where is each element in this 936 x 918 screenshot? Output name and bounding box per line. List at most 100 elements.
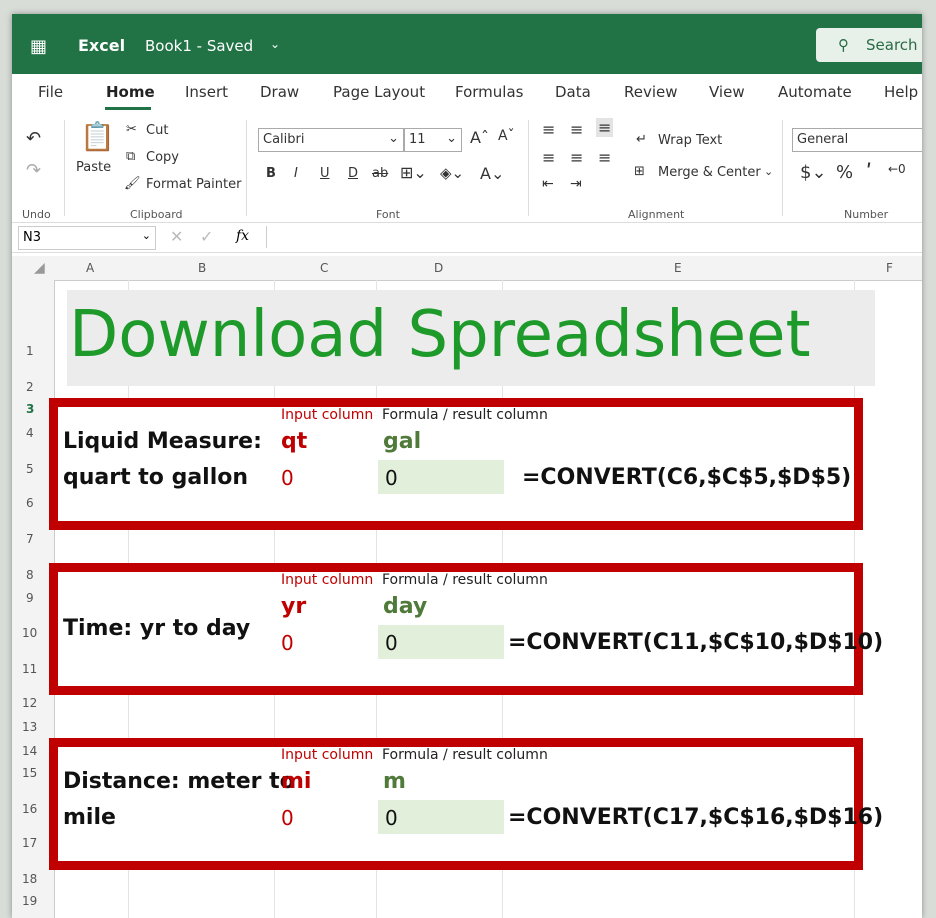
number-format-select[interactable]: General — [792, 128, 922, 152]
banner-cell[interactable]: Download Spreadsheet — [67, 290, 875, 386]
align-left-icon[interactable]: ≡ — [542, 148, 555, 167]
function-icon[interactable]: fx — [236, 228, 249, 244]
section-label[interactable]: quart to gallon — [63, 465, 248, 490]
row-header[interactable]: 11 — [22, 662, 37, 676]
app-name[interactable]: Excel — [78, 36, 125, 55]
chevron-down-icon[interactable]: ⌄ — [270, 37, 280, 51]
formula-column-header[interactable]: Formula / result column — [382, 407, 548, 423]
row-header[interactable]: 10 — [22, 626, 37, 640]
tab-formulas[interactable]: Formulas — [455, 83, 523, 101]
cut-button[interactable]: Cut — [146, 123, 168, 138]
row-header[interactable]: 7 — [26, 532, 34, 546]
fill-color-icon[interactable]: ◈⌄ — [440, 164, 464, 182]
section-label[interactable]: Liquid Measure: — [63, 429, 262, 454]
column-header[interactable]: E — [674, 261, 682, 275]
row-header[interactable]: 8 — [26, 568, 34, 582]
paste-icon[interactable]: 📋 — [80, 120, 115, 153]
document-name[interactable]: Book1 - Saved — [145, 37, 253, 55]
row-header[interactable]: 12 — [22, 696, 37, 710]
increase-decimal-icon[interactable]: ←0 — [888, 162, 906, 176]
tab-view[interactable]: View — [709, 83, 745, 101]
decrease-indent-icon[interactable]: ⇤ — [542, 176, 554, 192]
formula-text[interactable]: =CONVERT(C17,$C$16,$D$16) — [508, 805, 883, 830]
align-middle-icon[interactable]: ≡ — [570, 120, 583, 139]
input-column-header[interactable]: Input column — [281, 747, 373, 763]
row-header[interactable]: 16 — [22, 802, 37, 816]
align-bottom-icon[interactable]: ≡ — [596, 118, 614, 137]
row-header[interactable]: 14 — [22, 744, 37, 758]
row-header[interactable]: 9 — [26, 591, 34, 605]
output-unit-cell[interactable]: day — [383, 594, 427, 619]
result-value-cell[interactable]: 0 — [385, 466, 398, 490]
font-name-select[interactable]: Calibri ⌄ — [258, 128, 404, 152]
currency-icon[interactable]: $⌄ — [800, 162, 827, 183]
comma-style-icon[interactable]: ʹ — [866, 160, 872, 184]
search-box[interactable]: ⚲ Search ( — [816, 28, 922, 62]
tab-draw[interactable]: Draw — [260, 83, 299, 101]
tab-page-layout[interactable]: Page Layout — [333, 83, 425, 101]
wrap-text-button[interactable]: Wrap Text — [658, 133, 722, 148]
section-label[interactable]: Distance: meter to — [63, 769, 295, 794]
align-right-icon[interactable]: ≡ — [598, 148, 611, 167]
input-column-header[interactable]: Input column — [281, 572, 373, 588]
copy-icon[interactable]: ⧉ — [126, 149, 135, 164]
column-header[interactable]: D — [434, 261, 443, 275]
column-header[interactable]: C — [320, 261, 328, 275]
input-value-cell[interactable]: 0 — [281, 806, 294, 830]
row-header[interactable]: 5 — [26, 462, 34, 476]
output-unit-cell[interactable]: m — [383, 769, 406, 794]
cancel-icon[interactable]: ✕ — [170, 227, 183, 246]
increase-indent-icon[interactable]: ⇥ — [570, 176, 582, 192]
output-unit-cell[interactable]: gal — [383, 429, 421, 454]
align-top-icon[interactable]: ≡ — [542, 120, 555, 139]
app-launcher-icon[interactable]: ▦ — [30, 36, 47, 57]
redo-icon[interactable]: ↷ — [26, 160, 41, 181]
bold-icon[interactable]: B — [266, 166, 276, 181]
tab-review[interactable]: Review — [624, 83, 678, 101]
formula-column-header[interactable]: Formula / result column — [382, 747, 548, 763]
merge-center-button[interactable]: Merge & Center — [658, 165, 761, 180]
font-size-select[interactable]: 11 ⌄ — [404, 128, 462, 152]
input-unit-cell[interactable]: yr — [281, 594, 306, 619]
format-painter-button[interactable]: Format Painter — [146, 177, 241, 192]
row-header[interactable]: 4 — [26, 426, 34, 440]
strikethrough-icon[interactable]: ab — [372, 166, 388, 181]
column-header[interactable]: B — [198, 261, 206, 275]
row-header[interactable]: 15 — [22, 766, 37, 780]
tab-automate[interactable]: Automate — [778, 83, 852, 101]
row-header[interactable]: 1 — [26, 344, 34, 358]
borders-icon[interactable]: ⊞⌄ — [400, 163, 427, 182]
result-value-cell[interactable]: 0 — [385, 806, 398, 830]
formula-text[interactable]: =CONVERT(C11,$C$10,$D$10) — [508, 630, 883, 655]
name-box[interactable]: N3 ⌄ — [18, 226, 156, 250]
input-unit-cell[interactable]: qt — [281, 429, 307, 454]
row-header[interactable]: 18 — [22, 872, 37, 886]
tab-data[interactable]: Data — [555, 83, 591, 101]
tab-file[interactable]: File — [38, 83, 63, 101]
row-header[interactable]: 19 — [22, 894, 37, 908]
undo-icon[interactable]: ↶ — [26, 128, 41, 149]
font-color-icon[interactable]: A⌄ — [480, 164, 504, 183]
decrease-font-icon[interactable]: Aˇ — [498, 128, 515, 144]
section-label[interactable]: Time: yr to day — [63, 616, 250, 641]
input-value-cell[interactable]: 0 — [281, 466, 294, 490]
cut-icon[interactable]: ✂ — [126, 122, 137, 137]
tab-home[interactable]: Home — [106, 83, 155, 101]
input-unit-cell[interactable]: mi — [281, 769, 311, 794]
column-header[interactable]: A — [86, 261, 94, 275]
formula-column-header[interactable]: Formula / result column — [382, 572, 548, 588]
row-header[interactable]: 17 — [22, 836, 37, 850]
section-label[interactable]: mile — [63, 805, 116, 830]
percent-icon[interactable]: % — [836, 162, 853, 183]
tab-insert[interactable]: Insert — [185, 83, 228, 101]
column-header[interactable]: F — [886, 261, 893, 275]
input-value-cell[interactable]: 0 — [281, 631, 294, 655]
row-header[interactable]: 13 — [22, 720, 37, 734]
underline-icon[interactable]: U — [320, 166, 330, 181]
tab-help[interactable]: Help — [884, 83, 918, 101]
paste-button[interactable]: Paste — [76, 160, 111, 175]
select-all-icon[interactable]: ◢ — [34, 260, 45, 276]
formula-text[interactable]: =CONVERT(C6,$C$5,$D$5) — [522, 465, 851, 490]
formula-input[interactable] — [266, 226, 922, 248]
italic-icon[interactable]: I — [294, 166, 298, 181]
